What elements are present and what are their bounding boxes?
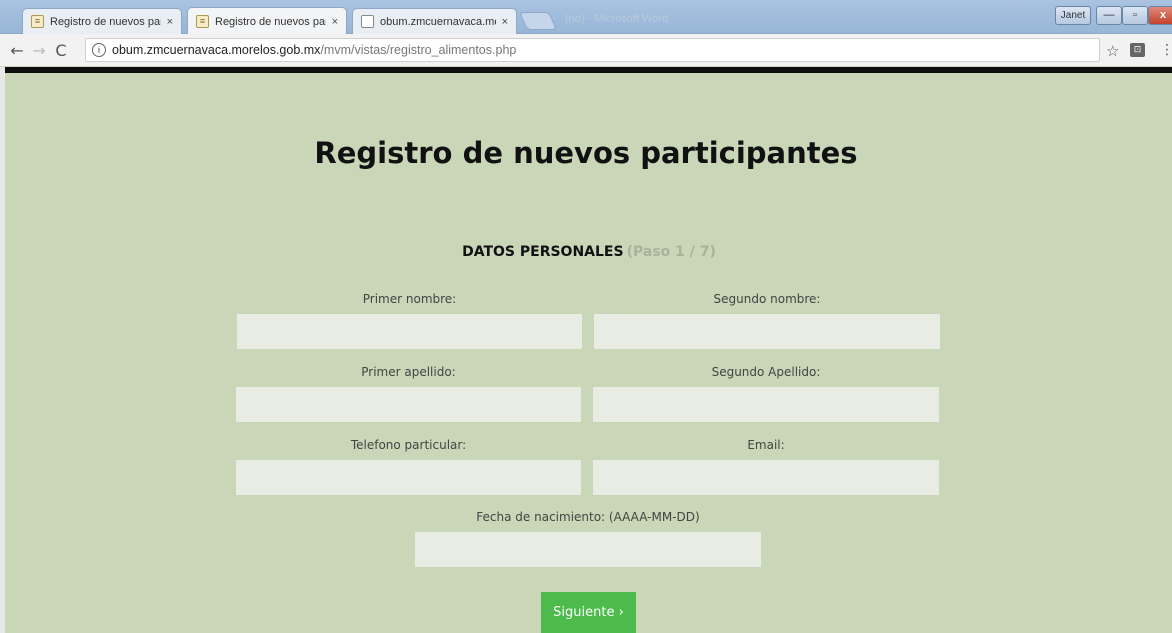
minimize-button[interactable]: — bbox=[1096, 6, 1122, 25]
siguiente-button[interactable]: Siguiente › bbox=[541, 592, 636, 633]
primer-nombre-input[interactable] bbox=[237, 314, 582, 349]
primer-apellido-input[interactable] bbox=[236, 387, 581, 422]
browser-toolbar: ← → C i obum.zmcuernavaca.morelos.gob.mx… bbox=[0, 34, 1172, 66]
step-title: DATOS PERSONALES bbox=[462, 244, 624, 260]
tab-label: Registro de nuevos partic bbox=[215, 15, 326, 28]
url-host: obum.zmcuernavaca.morelos.gob.mx bbox=[112, 43, 321, 57]
maximize-button[interactable]: ▫ bbox=[1122, 6, 1148, 25]
tab-registro-2[interactable]: ≡ Registro de nuevos partic × bbox=[187, 7, 347, 35]
tab-label: Registro de nuevos partic bbox=[50, 15, 161, 28]
tab-label: obum.zmcuernavaca.mo bbox=[380, 15, 496, 28]
close-icon[interactable]: × bbox=[167, 16, 173, 28]
step-progress: (Paso 1 / 7) bbox=[626, 244, 716, 260]
close-icon[interactable]: × bbox=[332, 16, 338, 28]
fecha-nacimiento-label: Fecha de nacimiento: (AAAA-MM-DD) bbox=[476, 510, 700, 524]
background-window-title: (no) - Microsoft Word bbox=[565, 13, 669, 25]
reload-icon[interactable]: C bbox=[50, 41, 72, 60]
telefono-input[interactable] bbox=[236, 460, 581, 495]
segundo-nombre-label: Segundo nombre: bbox=[713, 292, 821, 306]
tab-registro-1[interactable]: ≡ Registro de nuevos partic × bbox=[22, 8, 182, 34]
close-icon[interactable]: × bbox=[502, 16, 508, 28]
primer-nombre-label: Primer nombre: bbox=[362, 292, 457, 306]
forward-arrow-icon[interactable]: → bbox=[28, 41, 50, 60]
segundo-apellido-input[interactable] bbox=[593, 387, 939, 422]
info-icon[interactable]: i bbox=[92, 43, 106, 57]
back-arrow-icon[interactable]: ← bbox=[6, 41, 28, 60]
page-icon bbox=[361, 15, 374, 28]
page-title: Registro de nuevos participantes bbox=[314, 136, 858, 170]
document-icon: ≡ bbox=[31, 15, 44, 28]
new-tab-button[interactable] bbox=[518, 12, 558, 30]
extension-icon[interactable]: ⊡ bbox=[1130, 43, 1145, 57]
user-profile-button[interactable]: Janet bbox=[1055, 6, 1091, 25]
email-label: Email: bbox=[747, 438, 785, 452]
url-path: /mvm/vistas/registro_alimentos.php bbox=[320, 43, 517, 57]
page-top-bar bbox=[5, 67, 1172, 73]
primer-apellido-label: Primer apellido: bbox=[361, 365, 456, 379]
document-icon: ≡ bbox=[196, 15, 209, 28]
menu-icon[interactable]: ⋮ bbox=[1160, 42, 1172, 58]
window-close-button[interactable]: x bbox=[1148, 6, 1172, 25]
bookmark-star-icon[interactable]: ☆ bbox=[1106, 42, 1119, 60]
address-bar[interactable]: i obum.zmcuernavaca.morelos.gob.mx/mvm/v… bbox=[85, 38, 1100, 62]
segundo-nombre-input[interactable] bbox=[594, 314, 940, 349]
tab-obum[interactable]: obum.zmcuernavaca.mo × bbox=[352, 8, 517, 34]
email-input[interactable] bbox=[593, 460, 939, 495]
step-heading: DATOS PERSONALES (Paso 1 / 7) bbox=[0, 244, 1172, 260]
telefono-label: Telefono particular: bbox=[350, 438, 467, 452]
browser-titlebar: ≡ Registro de nuevos partic × ≡ Registro… bbox=[0, 0, 1172, 35]
fecha-nacimiento-input[interactable] bbox=[415, 532, 761, 567]
segundo-apellido-label: Segundo Apellido: bbox=[711, 365, 821, 379]
